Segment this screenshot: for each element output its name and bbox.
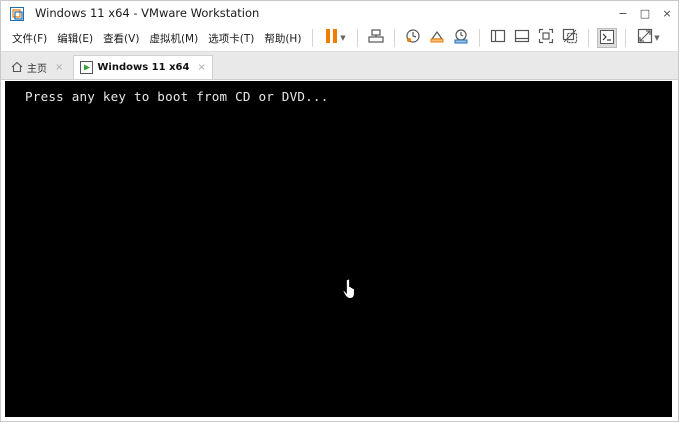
tab-bar: 主页 × Windows 11 x64 × <box>1 51 678 80</box>
unity-icon <box>562 28 578 48</box>
toolbar-separator <box>312 29 314 47</box>
menu-help[interactable]: 帮助(H) <box>259 31 306 46</box>
vm-console[interactable]: Press any key to boot from CD or DVD... <box>5 81 672 417</box>
toolbar-separator <box>394 29 396 47</box>
full-screen-button[interactable] <box>536 28 556 48</box>
toolbar-separator <box>625 29 627 47</box>
tab-home-label: 主页 <box>27 63 47 75</box>
menu-vm[interactable]: 虚拟机(M) <box>144 31 203 46</box>
tab-windows-11-x64[interactable]: Windows 11 x64 × <box>73 55 213 79</box>
tab-vm-close-button[interactable]: × <box>197 62 205 73</box>
pause-button[interactable]: ▼ <box>321 28 349 48</box>
snapshot-manager-icon <box>453 28 469 48</box>
boot-message: Press any key to boot from CD or DVD... <box>25 89 329 104</box>
title-bar: Windows 11 x64 - VMware Workstation − □ … <box>1 1 678 25</box>
revert-snapshot-icon <box>429 28 445 48</box>
thumbnail-bar-button[interactable] <box>512 28 532 48</box>
menu-edit[interactable]: 编辑(E) <box>52 31 98 46</box>
toolbar-separator <box>357 29 359 47</box>
pause-icon <box>325 28 339 48</box>
snapshot-manager-button[interactable] <box>451 28 471 48</box>
chevron-down-icon: ▼ <box>654 34 660 42</box>
menu-toolbar: 文件(F) 编辑(E) 查看(V) 虚拟机(M) 选项卡(T) 帮助(H) ▼ <box>1 25 678 51</box>
stretch-guest-icon <box>637 28 653 48</box>
vmware-app-icon <box>10 6 24 21</box>
menu-file[interactable]: 文件(F) <box>7 31 52 46</box>
menu-tabs[interactable]: 选项卡(T) <box>203 31 259 46</box>
window-title: Windows 11 x64 - VMware Workstation <box>35 6 260 20</box>
snapshot-icon <box>405 28 421 48</box>
tab-home[interactable]: 主页 × <box>5 55 70 79</box>
tab-home-close-button[interactable]: × <box>55 62 63 73</box>
show-library-icon <box>490 28 506 48</box>
thumbnail-bar-icon <box>514 28 530 48</box>
chevron-down-icon: ▼ <box>340 34 346 42</box>
close-button[interactable]: × <box>656 1 678 25</box>
take-snapshot-button[interactable] <box>403 28 423 48</box>
toolbar-separator <box>588 29 590 47</box>
home-icon <box>11 61 23 73</box>
unity-button[interactable] <box>560 28 580 48</box>
full-screen-icon <box>538 28 554 48</box>
console-view-icon <box>600 29 615 48</box>
show-library-button[interactable] <box>488 28 508 48</box>
vm-tab-icon <box>80 61 94 74</box>
window-controls: − □ × <box>612 1 678 25</box>
menu-view[interactable]: 查看(V) <box>98 31 144 46</box>
console-view-button[interactable] <box>597 28 618 48</box>
hand-cursor-icon <box>342 278 358 300</box>
maximize-button[interactable]: □ <box>634 1 656 25</box>
minimize-button[interactable]: − <box>612 1 634 25</box>
tab-vm-label: Windows 11 x64 <box>97 62 190 73</box>
revert-snapshot-button[interactable] <box>427 28 447 48</box>
vmware-window: Windows 11 x64 - VMware Workstation − □ … <box>0 0 679 422</box>
send-ctrl-alt-del-icon <box>368 28 385 48</box>
toolbar-separator <box>479 29 481 47</box>
stretch-guest-button[interactable]: ▼ <box>634 28 662 48</box>
send-ctrl-alt-del-button[interactable] <box>366 28 386 48</box>
